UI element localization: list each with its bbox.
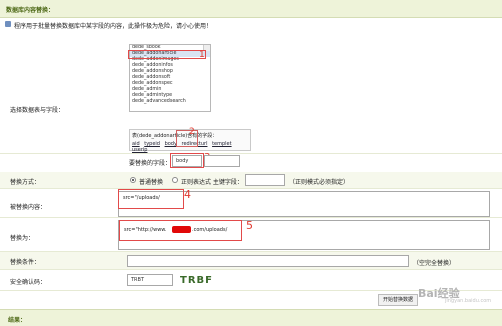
field-link[interactable]: userip xyxy=(132,147,147,153)
notice-bar: 程序用于批量替换数据库中某字段的内容，此操作极为危险，请小心使用！ xyxy=(0,18,502,30)
page-header: 数据库内容替换： xyxy=(0,0,502,18)
mode-regex-note: （正则模式必须指定） xyxy=(289,179,350,186)
condition-note: （空完全替换） xyxy=(413,260,456,267)
field-label: 要替换的字段： xyxy=(129,160,172,167)
annotation-number-1: 1 xyxy=(199,50,205,60)
fields-title: 表(dede_addonarticle)含有的字段： xyxy=(132,133,218,139)
field-link[interactable]: templet xyxy=(212,141,232,147)
replace-to-label: 替换为： xyxy=(10,235,35,242)
table-label: 选择数据表与字段： xyxy=(10,107,65,114)
captcha-input[interactable]: TRBT xyxy=(127,274,173,286)
condition-input[interactable] xyxy=(127,255,409,267)
mode-regex-label: 正则表达式 主键字段： xyxy=(181,179,243,186)
captcha-image-text: TRBF xyxy=(180,275,213,286)
result-title: 结果： xyxy=(8,317,27,324)
page-title: 数据库内容替换： xyxy=(6,7,55,14)
watermark-url: jingyan.baidu.com xyxy=(445,298,492,304)
replace-to-suffix: .com/uploads/ xyxy=(192,227,228,233)
mode-label: 替换方式： xyxy=(10,179,41,186)
primary-key-input[interactable] xyxy=(245,174,285,186)
annotation-number-2: 2 xyxy=(189,127,195,137)
annotation-box-3 xyxy=(170,153,204,168)
redaction-mark xyxy=(172,226,191,233)
list-item[interactable]: dede_advancedsearch xyxy=(130,99,210,105)
captcha-image[interactable]: TRBF xyxy=(180,275,212,287)
mode-normal-label: 普通替换 xyxy=(139,179,164,186)
submit-button[interactable]: 开始替换数据 xyxy=(378,294,418,306)
table-select-row: 选择数据表与字段： xyxy=(0,31,502,154)
replace-to-prefix: src="http://www. xyxy=(124,227,167,233)
annotation-number-4: 4 xyxy=(184,188,191,201)
field-input-extra[interactable] xyxy=(204,155,240,167)
notice-text: 程序用于批量替换数据库中某字段的内容，此操作极为危险，请小心使用！ xyxy=(14,23,213,30)
mode-regex-radio[interactable] xyxy=(172,177,178,183)
captcha-label: 安全确认码： xyxy=(10,279,47,286)
replace-from-value: src="/uploads/ xyxy=(123,195,160,201)
replace-from-label: 被替换内容： xyxy=(10,204,47,211)
annotation-number-5: 5 xyxy=(246,219,253,232)
mode-normal-radio[interactable] xyxy=(130,177,136,183)
result-bar: 结果： xyxy=(0,309,502,326)
condition-label: 替换条件： xyxy=(10,259,41,266)
info-icon xyxy=(5,21,11,27)
annotation-box-1 xyxy=(128,50,206,59)
